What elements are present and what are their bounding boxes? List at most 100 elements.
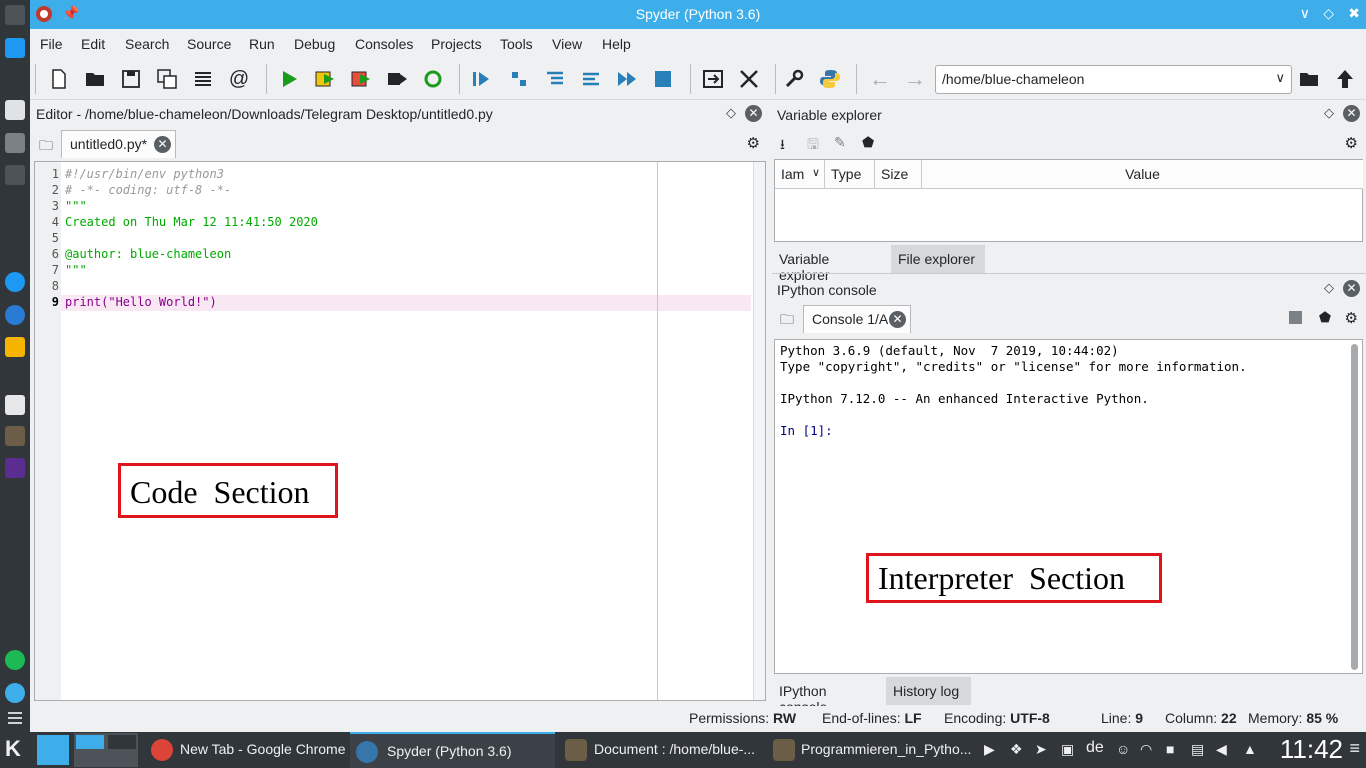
step-into-icon[interactable]	[543, 67, 567, 91]
run-cell-icon[interactable]	[313, 67, 337, 91]
close-pane-icon[interactable]: ✕	[1343, 105, 1360, 122]
close-pane-icon[interactable]: ✕	[1343, 280, 1360, 297]
debug-icon[interactable]	[469, 67, 493, 91]
menu-run[interactable]: Run	[249, 36, 275, 52]
minimize-icon[interactable]: ∨	[1300, 5, 1310, 22]
gear-icon[interactable]: ⚙	[1345, 309, 1358, 327]
browse-tabs-folder-icon[interactable]: 🗀	[39, 135, 53, 159]
document-icon[interactable]	[5, 100, 25, 120]
close-tab-icon[interactable]: ✕	[889, 311, 906, 328]
menu-tools[interactable]: Tools	[500, 36, 533, 52]
chromium-icon[interactable]	[5, 272, 25, 292]
editor-tab-untitled0[interactable]: untitled0.py* ✕	[61, 130, 176, 158]
browse-folder-icon[interactable]	[1297, 67, 1321, 91]
app-icon[interactable]	[5, 458, 25, 478]
clock[interactable]: 11:42	[1280, 734, 1343, 765]
screenshot-icon[interactable]: ▣	[1061, 741, 1074, 758]
eraser-icon[interactable]: ⬟	[862, 134, 874, 151]
telegram-icon[interactable]: ➤	[1035, 741, 1047, 758]
console-scrollbar[interactable]	[1351, 344, 1358, 670]
stop-debug-icon[interactable]	[651, 67, 675, 91]
run-cell-advance-icon[interactable]	[349, 67, 373, 91]
step-icon[interactable]	[507, 67, 531, 91]
preferences-wrench-icon[interactable]	[782, 67, 806, 91]
working-directory-combobox[interactable]: /home/blue-chameleon ∨	[935, 65, 1292, 94]
back-arrow-icon[interactable]: ←	[868, 66, 892, 91]
user-icon[interactable]: ☺	[1116, 741, 1130, 757]
document-viewer-icon[interactable]	[5, 395, 25, 415]
variable-table[interactable]: Iam ∨ Type Size Value	[774, 159, 1363, 242]
import-data-icon[interactable]: ⭳	[780, 134, 785, 158]
menu-view[interactable]: View	[552, 36, 582, 52]
task-document[interactable]: Document : /home/blue-...	[560, 732, 760, 768]
charmap-icon[interactable]	[5, 165, 25, 185]
menu-help[interactable]: Help	[602, 36, 631, 52]
keyboard-layout[interactable]: de	[1086, 739, 1104, 757]
tab-history-log[interactable]: History log	[886, 677, 971, 705]
tab-variable-explorer[interactable]: Variable explorer	[772, 245, 890, 283]
run-icon[interactable]	[277, 67, 301, 91]
forward-arrow-icon[interactable]: →	[903, 66, 927, 91]
undock-icon[interactable]: ◇	[1324, 280, 1334, 296]
code-editor[interactable]: 1 2 3 4 5 6 7 8 9 #!/usr/bin/env python3…	[34, 161, 766, 701]
menu-consoles[interactable]: Consoles	[355, 36, 413, 52]
menu-icon[interactable]	[8, 712, 22, 714]
continue-icon[interactable]	[615, 67, 639, 91]
pager-desktop-2[interactable]	[108, 735, 136, 749]
close-window-icon[interactable]: ✖	[1348, 5, 1360, 22]
menu-source[interactable]: Source	[187, 36, 231, 52]
lock-icon[interactable]: ■	[1166, 741, 1174, 757]
wifi-icon[interactable]: ◠	[1140, 741, 1152, 758]
editor-scrollbar[interactable]	[753, 162, 765, 700]
column-header-size[interactable]: Size	[875, 160, 922, 189]
undock-icon[interactable]: ◇	[726, 105, 736, 121]
menu-icon[interactable]: ≡	[1349, 738, 1360, 759]
task-programmieren[interactable]: Programmieren_in_Pytho...	[768, 732, 973, 768]
column-header-type[interactable]: Type	[825, 160, 875, 189]
column-header-name[interactable]: Iam ∨	[775, 160, 825, 189]
parent-directory-icon[interactable]	[1333, 67, 1357, 91]
volume-icon[interactable]: ◀	[1216, 741, 1227, 758]
browser-icon[interactable]	[5, 683, 25, 703]
tab-file-explorer[interactable]: File explorer	[891, 245, 985, 273]
menu-search[interactable]: Search	[125, 36, 169, 52]
maximize-pane-icon[interactable]	[701, 67, 725, 91]
clipboard-icon[interactable]: ▤	[1191, 741, 1204, 758]
calculator-icon[interactable]	[5, 133, 25, 153]
eraser-icon[interactable]: ⬟	[1319, 309, 1331, 326]
gear-icon[interactable]: ⚙	[747, 134, 760, 152]
tab-ipython-console[interactable]: IPython console	[772, 677, 885, 715]
folder-icon[interactable]	[5, 38, 25, 58]
menu-projects[interactable]: Projects	[431, 36, 482, 52]
task-spyder[interactable]: Spyder (Python 3.6)	[350, 732, 555, 768]
new-file-icon[interactable]	[47, 67, 71, 91]
texmaker-icon[interactable]	[5, 426, 25, 446]
expand-tray-icon[interactable]: ▲	[1243, 741, 1257, 757]
run-selection-icon[interactable]	[385, 67, 409, 91]
dropbox-icon[interactable]: ❖	[1010, 741, 1023, 758]
at-icon[interactable]: @	[227, 67, 251, 91]
list-icon[interactable]	[191, 67, 215, 91]
save-data-icon[interactable]: 🖫	[807, 134, 819, 158]
gear-icon[interactable]: ⚙	[1345, 134, 1358, 152]
save-all-icon[interactable]	[155, 67, 179, 91]
expand-icon[interactable]	[5, 5, 25, 25]
ipython-console[interactable]: Python 3.6.9 (default, Nov 7 2019, 10:44…	[774, 339, 1363, 674]
column-header-value[interactable]: Value	[922, 160, 1363, 189]
kde-launcher-icon[interactable]: K	[5, 736, 21, 762]
open-file-icon[interactable]	[83, 67, 107, 91]
close-pane-icon[interactable]: ✕	[745, 105, 762, 122]
maximize-icon[interactable]: ◇	[1323, 5, 1334, 22]
browse-tabs-folder-icon[interactable]: 🗀	[780, 309, 794, 333]
spotify-icon[interactable]	[5, 650, 25, 670]
python-path-icon[interactable]	[818, 67, 842, 91]
pager-desktop-1[interactable]	[76, 735, 104, 749]
pager[interactable]	[74, 733, 138, 767]
keep-icon[interactable]	[5, 337, 25, 357]
show-desktop-icon[interactable]	[37, 735, 69, 765]
step-return-icon[interactable]	[579, 67, 603, 91]
console-tab-1a[interactable]: Console 1/A ✕	[803, 305, 911, 333]
thunderbird-icon[interactable]	[5, 305, 25, 325]
rerun-icon[interactable]	[421, 67, 445, 91]
menu-file[interactable]: File	[40, 36, 63, 52]
